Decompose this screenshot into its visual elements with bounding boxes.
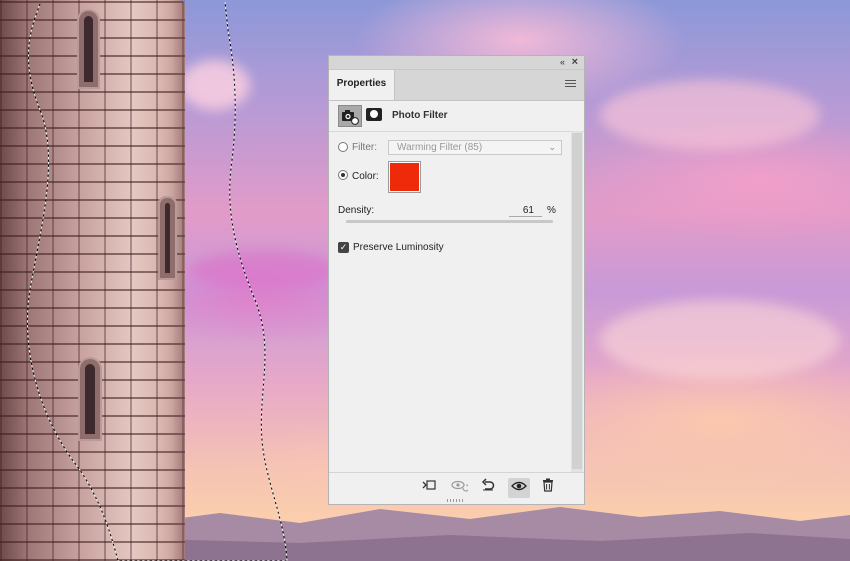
color-swatch[interactable] — [388, 161, 421, 193]
panel-scrollbar[interactable] — [571, 131, 583, 473]
collapse-panel-button[interactable]: « — [560, 57, 565, 68]
panel-title-strip[interactable]: « × — [329, 56, 584, 70]
panel-tab-bar: Properties — [329, 70, 584, 101]
preserve-luminosity-label: Preserve Luminosity — [353, 242, 444, 253]
cloud — [600, 300, 840, 380]
reset-icon[interactable] — [477, 478, 499, 498]
chevron-down-icon: ⌄ — [548, 142, 556, 152]
density-label: Density: — [338, 205, 375, 216]
cloud — [600, 80, 820, 150]
tab-properties[interactable]: Properties — [329, 70, 395, 100]
filter-dropdown[interactable]: Warming Filter (85) ⌄ — [388, 140, 562, 155]
filter-label: Filter: — [352, 142, 377, 153]
camera-icon — [342, 110, 359, 125]
adjustment-title: Photo Filter — [392, 110, 448, 121]
cloud — [180, 60, 250, 110]
tower-window — [84, 16, 93, 82]
density-slider-track[interactable] — [346, 220, 553, 223]
castle-tower — [0, 0, 185, 561]
clip-to-layer-icon[interactable] — [418, 478, 440, 498]
tower-edge-shading — [172, 0, 185, 561]
layer-mask-icon[interactable] — [366, 108, 382, 121]
filter-dropdown-value: Warming Filter (85) — [397, 142, 483, 153]
adjustment-header: Photo Filter — [329, 101, 584, 132]
color-swatch-fill — [390, 163, 419, 191]
density-unit: % — [547, 205, 556, 216]
delete-icon[interactable] — [537, 478, 559, 498]
panel-resize-grip[interactable] — [447, 499, 465, 502]
panel-menu-icon[interactable] — [565, 80, 576, 89]
preserve-luminosity-checkbox[interactable]: ✓ — [338, 242, 349, 253]
filter-radio[interactable] — [338, 142, 348, 152]
cloud — [190, 250, 340, 290]
color-radio[interactable] — [338, 170, 348, 180]
photo-filter-adjustment-icon[interactable] — [338, 105, 362, 127]
panel-bottom-toolbar — [329, 472, 584, 504]
adjustment-controls: Filter: Warming Filter (85) ⌄ Color: Den… — [329, 131, 572, 474]
panel-scrollbar-thumb[interactable] — [572, 133, 582, 469]
close-panel-button[interactable]: × — [572, 56, 578, 68]
density-input[interactable]: 61 — [509, 205, 542, 217]
tower-window — [165, 203, 170, 273]
properties-panel: « × Properties Photo Filter Filter: Warm… — [328, 55, 585, 505]
color-label: Color: — [352, 171, 379, 182]
toggle-visibility-icon[interactable] — [508, 478, 530, 498]
tower-window — [85, 364, 95, 434]
view-previous-state-icon[interactable] — [448, 478, 470, 498]
